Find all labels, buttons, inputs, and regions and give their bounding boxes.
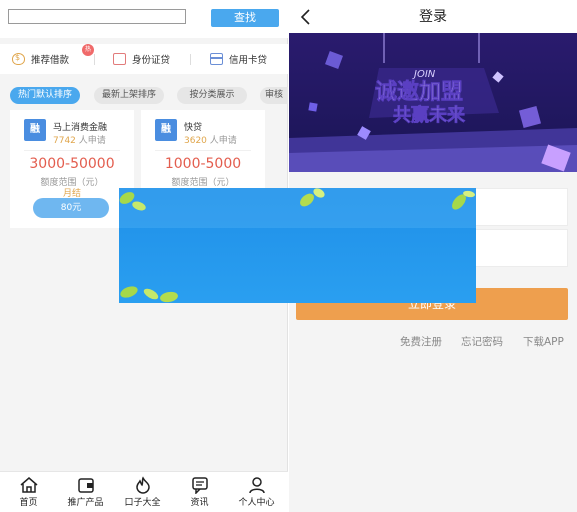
forgot-password-link[interactable]: 忘记密码: [461, 334, 503, 349]
nav-products[interactable]: 推广产品: [57, 472, 114, 512]
category-id-card-loan[interactable]: 身份证贷: [113, 44, 170, 74]
chat-icon: [191, 477, 208, 494]
banner-subline: 共赢未来: [393, 104, 466, 126]
user-icon: [248, 477, 265, 494]
hot-badge: 热: [82, 44, 94, 56]
category-label: 身份证贷: [132, 55, 171, 66]
register-link[interactable]: 免费注册: [400, 334, 442, 349]
divider: [155, 150, 251, 151]
category-row: 推荐借款 热 身份证贷 信用卡贷: [0, 44, 288, 74]
nav-home[interactable]: 首页: [0, 472, 57, 512]
tab-review[interactable]: 审核: [260, 87, 288, 104]
page-title: 登录: [419, 9, 447, 25]
amount-range: 1000-5000: [164, 156, 242, 172]
product-logo: 融: [155, 119, 177, 141]
tab-hot-default[interactable]: 热门默认排序: [10, 87, 80, 104]
divider: [190, 54, 191, 65]
nav-label: 个人中心: [238, 498, 275, 508]
apply-count: 3620 人申请: [184, 136, 237, 146]
tab-newest[interactable]: 最新上架排序: [94, 87, 164, 104]
login-header: 登录: [289, 0, 577, 33]
popup-ad-banner[interactable]: [119, 188, 476, 303]
tab-by-category[interactable]: 按分类展示: [177, 87, 247, 104]
banner-tag: JOIN: [412, 69, 436, 80]
amount-range: 3000-50000: [29, 156, 115, 172]
product-name: 马上消费金融: [53, 123, 108, 133]
search-button[interactable]: 查找: [211, 9, 279, 27]
category-recommend[interactable]: 推荐借款 热: [12, 44, 94, 74]
divider: [94, 54, 95, 65]
banner-headline: 诚邀加盟: [375, 80, 463, 105]
money-bag-icon: [12, 53, 25, 65]
apply-count: 7742 人申请: [53, 136, 106, 146]
flame-icon: [135, 476, 150, 494]
divider: [24, 150, 120, 151]
category-label: 推荐借款: [31, 55, 70, 66]
wallet-icon: [77, 478, 94, 493]
home-icon: [20, 477, 37, 493]
nav-loan-list[interactable]: 口子大全: [114, 472, 171, 512]
download-app-link[interactable]: 下载APP: [523, 334, 564, 349]
nav-label: 资讯: [190, 498, 209, 508]
product-name: 快贷: [184, 123, 203, 133]
product-card[interactable]: 融 马上消费金融 7742 人申请 3000-50000 额度范围（元） 月结 …: [10, 110, 134, 228]
bottom-nav: 首页 推广产品 口子大全 资讯 个人中心: [0, 471, 288, 512]
id-card-icon: [113, 53, 126, 65]
apply-button[interactable]: 80元: [33, 198, 109, 218]
amount-range-label: 额度范围（元）: [171, 178, 235, 188]
nav-news[interactable]: 资讯: [171, 472, 228, 512]
nav-label: 推广产品: [67, 498, 104, 508]
promo-banner[interactable]: JOIN 诚邀加盟 共赢未来: [289, 33, 577, 172]
credit-card-icon: [210, 53, 223, 65]
search-bar: 查找: [0, 0, 288, 38]
category-credit-card-loan[interactable]: 信用卡贷: [210, 44, 267, 74]
sort-tabs: 热门默认排序 最新上架排序 按分类展示 审核: [0, 84, 288, 108]
nav-profile[interactable]: 个人中心: [228, 472, 285, 512]
category-label: 信用卡贷: [229, 55, 268, 66]
search-input[interactable]: [8, 9, 186, 24]
product-logo: 融: [24, 119, 46, 141]
nav-label: 首页: [19, 498, 38, 508]
nav-label: 口子大全: [124, 498, 161, 508]
